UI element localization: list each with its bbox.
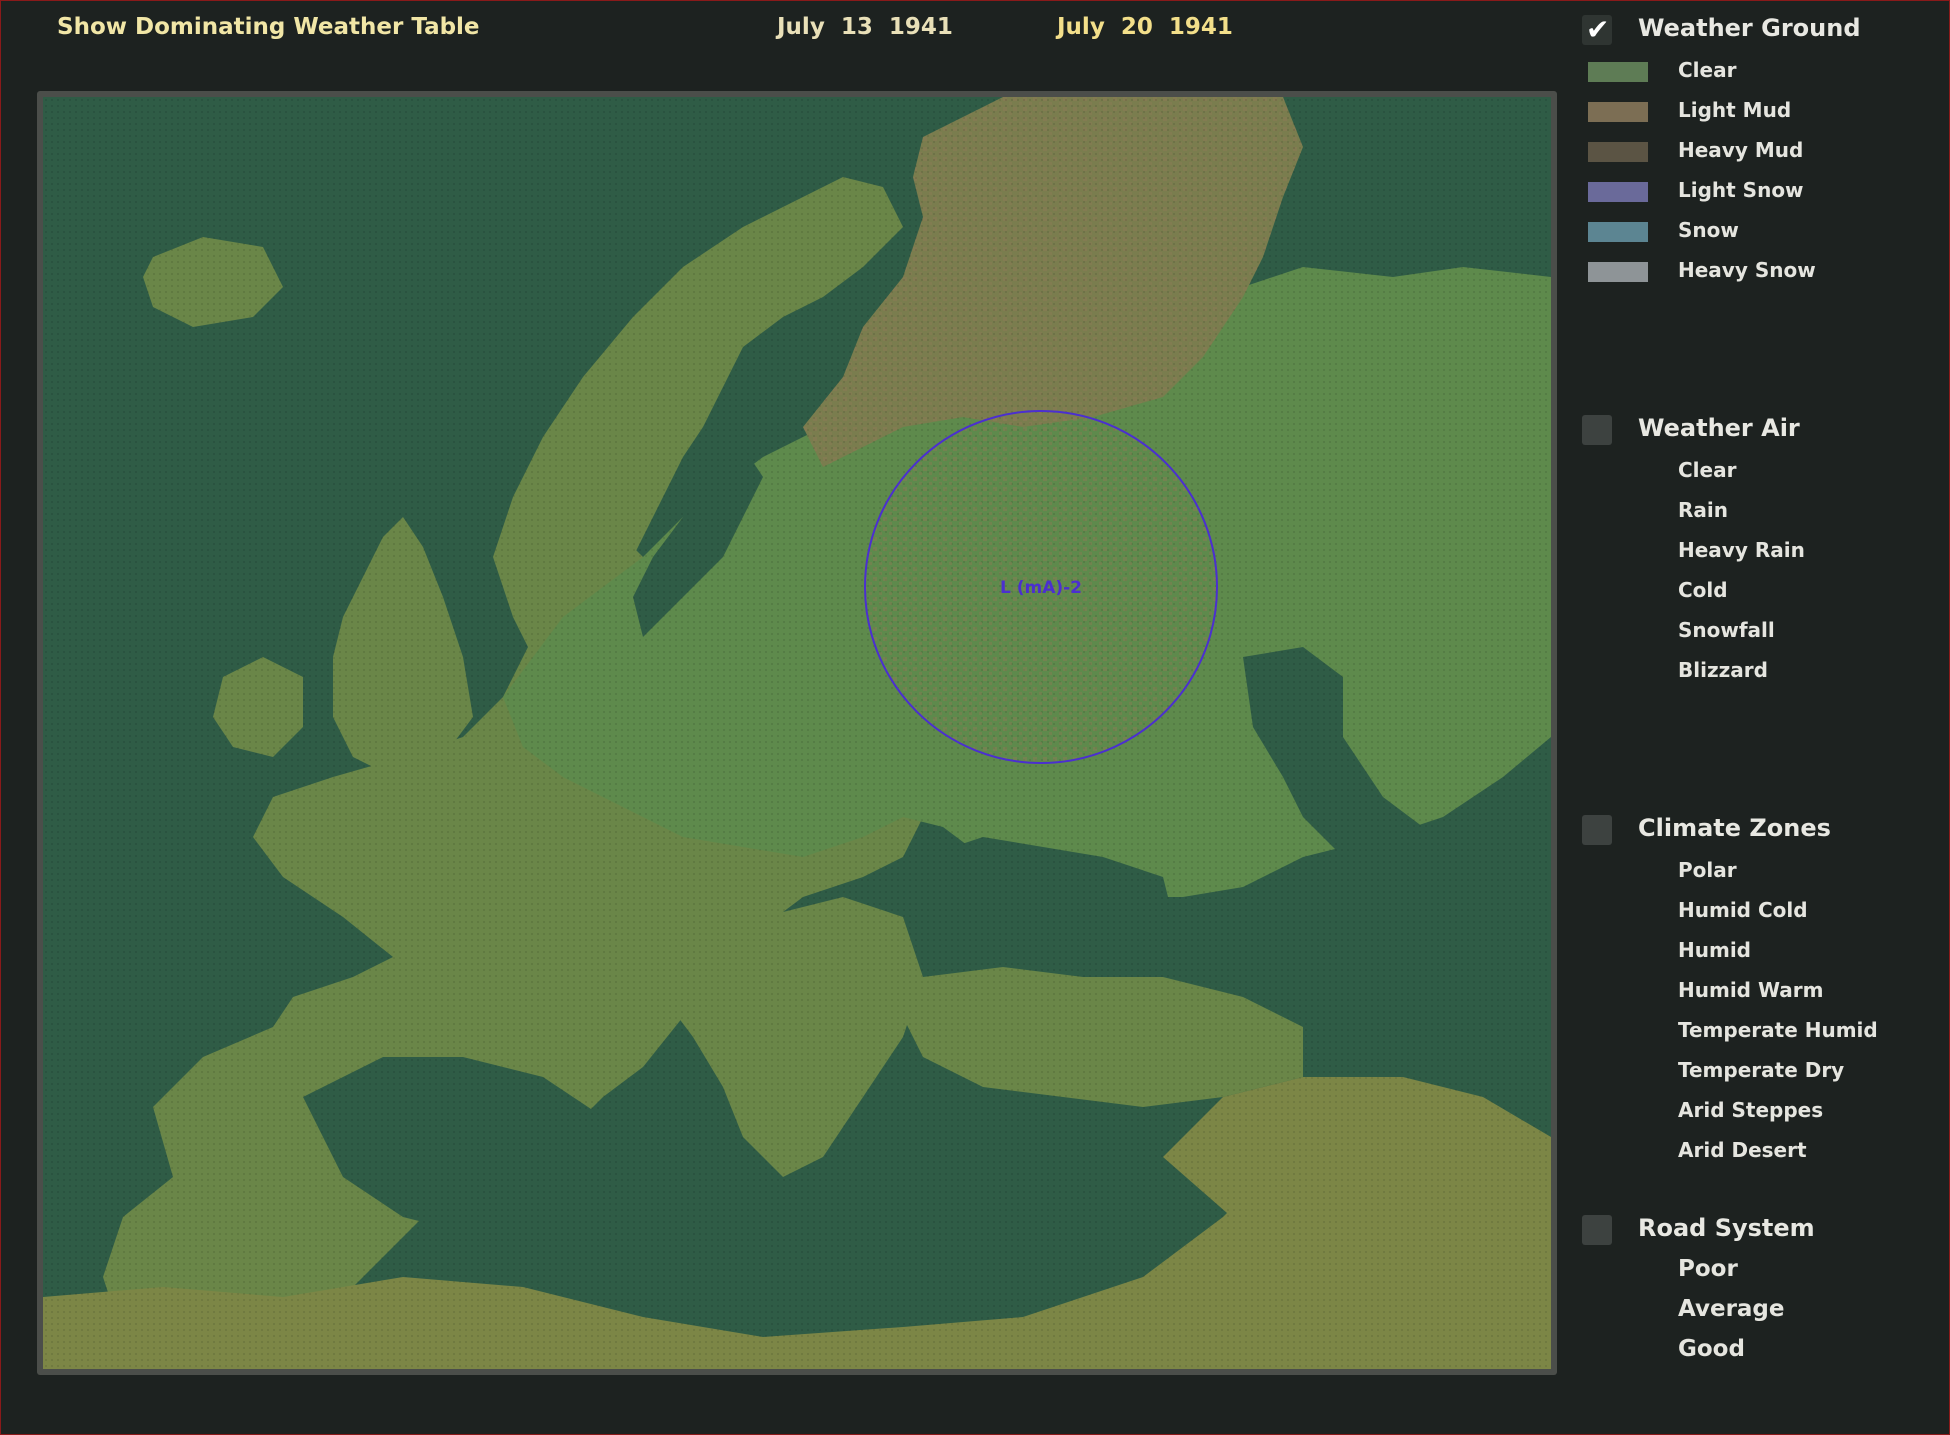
legend-item-label: Humid Cold bbox=[1678, 898, 1808, 922]
legend-swatch bbox=[1588, 102, 1648, 122]
legend-item-label: Poor bbox=[1678, 1256, 1738, 1282]
legend-item: Cold bbox=[1576, 574, 1950, 606]
legend-item-label: Humid Warm bbox=[1678, 978, 1824, 1002]
legend-item: Good bbox=[1576, 1334, 1950, 1366]
legend-item-label: Heavy Rain bbox=[1678, 538, 1805, 562]
legend-item-label: Light Mud bbox=[1678, 98, 1792, 122]
legend-swatch bbox=[1588, 222, 1648, 242]
legend-item-label: Clear bbox=[1678, 58, 1737, 82]
legend-item-label: Rain bbox=[1678, 498, 1728, 522]
date-start: July 13 1941 bbox=[777, 14, 953, 40]
legend-item: Heavy Snow bbox=[1576, 254, 1950, 286]
legend-swatch bbox=[1588, 182, 1648, 202]
legend-item-label: Average bbox=[1678, 1296, 1785, 1322]
hex-grid-overlay bbox=[43, 97, 1551, 1369]
legend-item: Arid Steppes bbox=[1576, 1094, 1950, 1126]
weather-map[interactable]: L (mA)-2 bbox=[37, 91, 1557, 1375]
weather-air-checkbox[interactable] bbox=[1582, 415, 1612, 445]
legend-item-label: Arid Desert bbox=[1678, 1138, 1807, 1162]
legend-item-label: Temperate Dry bbox=[1678, 1058, 1845, 1082]
climate-zones-checkbox[interactable] bbox=[1582, 815, 1612, 845]
legend-item: Rain bbox=[1576, 494, 1950, 526]
weather-front-label: L (mA)-2 bbox=[1000, 578, 1082, 598]
legend-swatch bbox=[1588, 262, 1648, 282]
legend-item-label: Blizzard bbox=[1678, 658, 1768, 682]
legend-item: Arid Desert bbox=[1576, 1134, 1950, 1166]
legend-item: Humid bbox=[1576, 934, 1950, 966]
legend-item: Clear bbox=[1576, 54, 1950, 86]
legend-item: Average bbox=[1576, 1294, 1950, 1326]
legend-item-label: Light Snow bbox=[1678, 178, 1804, 202]
checkmark-icon: ✔ bbox=[1586, 13, 1610, 46]
legend-item: Light Mud bbox=[1576, 94, 1950, 126]
legend-item: Humid Cold bbox=[1576, 894, 1950, 926]
legend-item-label: Humid bbox=[1678, 938, 1751, 962]
legend-item-label: Heavy Snow bbox=[1678, 258, 1816, 282]
legend-swatch bbox=[1588, 142, 1648, 162]
weather-ground-checkbox[interactable]: ✔ bbox=[1582, 15, 1612, 45]
legend-item: Snowfall bbox=[1576, 614, 1950, 646]
legend-item: Clear bbox=[1576, 454, 1950, 486]
weather-ground-toggle[interactable]: ✔ Weather Ground bbox=[1576, 9, 1950, 49]
legend-item: Blizzard bbox=[1576, 654, 1950, 686]
weather-ground-title: Weather Ground bbox=[1638, 14, 1861, 42]
legend-item-label: Heavy Mud bbox=[1678, 138, 1804, 162]
legend-item: Heavy Rain bbox=[1576, 534, 1950, 566]
road-system-title: Road System bbox=[1638, 1214, 1815, 1242]
legend-item: Humid Warm bbox=[1576, 974, 1950, 1006]
climate-zones-toggle[interactable]: Climate Zones bbox=[1576, 809, 1950, 849]
legend-item-label: Snow bbox=[1678, 218, 1739, 242]
legend-item: Light Snow bbox=[1576, 174, 1950, 206]
climate-zones-title: Climate Zones bbox=[1638, 814, 1831, 842]
weather-air-title: Weather Air bbox=[1638, 414, 1800, 442]
legend-item: Temperate Humid bbox=[1576, 1014, 1950, 1046]
legend-item-label: Snowfall bbox=[1678, 618, 1775, 642]
legend-item: Snow bbox=[1576, 214, 1950, 246]
legend-item: Temperate Dry bbox=[1576, 1054, 1950, 1086]
show-dominating-weather-table-link[interactable]: Show Dominating Weather Table bbox=[57, 14, 480, 40]
legend-item-label: Arid Steppes bbox=[1678, 1098, 1824, 1122]
map-canvas[interactable]: L (mA)-2 bbox=[43, 97, 1551, 1369]
legend-swatch bbox=[1588, 62, 1648, 82]
road-system-toggle[interactable]: Road System bbox=[1576, 1209, 1950, 1249]
date-end[interactable]: July 20 1941 bbox=[1057, 14, 1233, 40]
legend-item-label: Clear bbox=[1678, 458, 1737, 482]
weather-air-toggle[interactable]: Weather Air bbox=[1576, 409, 1950, 449]
legend-item-label: Temperate Humid bbox=[1678, 1018, 1878, 1042]
legend-item-label: Polar bbox=[1678, 858, 1737, 882]
legend-item-label: Good bbox=[1678, 1336, 1745, 1362]
road-system-checkbox[interactable] bbox=[1582, 1215, 1612, 1245]
legend-item-label: Cold bbox=[1678, 578, 1728, 602]
legend-item: Poor bbox=[1576, 1254, 1950, 1286]
legend-item: Heavy Mud bbox=[1576, 134, 1950, 166]
legend-item: Polar bbox=[1576, 854, 1950, 886]
